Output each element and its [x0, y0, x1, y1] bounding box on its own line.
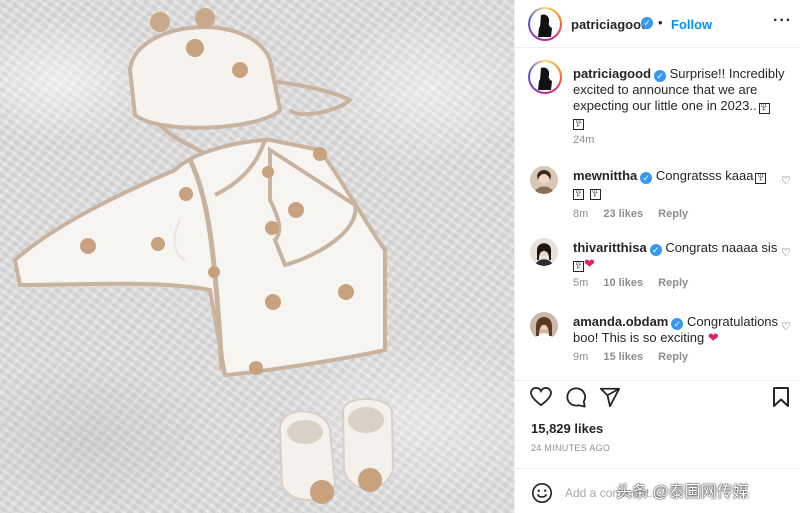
caption-line3: expecting our little one in 2023.. [573, 98, 757, 113]
post-header: patriciagood ✓ • Follow ··· [515, 0, 800, 48]
silhouette-icon [532, 64, 558, 90]
verified-icon: ✓ [649, 244, 662, 256]
red-heart-icon: ❤ [584, 256, 595, 271]
baby-clothes-illustration [12, 8, 395, 504]
red-heart-icon: ❤ [707, 330, 719, 345]
comment-username[interactable]: amanda.obdam [573, 314, 668, 329]
heart-icon[interactable]: ♡ [781, 246, 791, 259]
comment-time: 9m [573, 351, 589, 363]
heart-icon[interactable]: ♡ [781, 174, 791, 187]
comment-meta: 8m 23 likes Reply [573, 208, 688, 220]
post-timestamp: 24 MINUTES AGO [531, 443, 611, 453]
verified-icon: ✓ [641, 17, 653, 29]
verified-icon: ✓ [640, 172, 653, 184]
reply-button[interactable]: Reply [658, 277, 688, 289]
separator-dot: • [658, 15, 663, 30]
comment-body: Congratsss kaaa [655, 168, 754, 183]
comments-list[interactable]: patriciagood ✓ Surprise!! Incredibly exci… [515, 60, 800, 373]
profile-photo-icon [530, 166, 558, 194]
smiley-icon[interactable] [531, 482, 553, 504]
comment-meta: 9m 15 likes Reply [573, 351, 688, 363]
comment-text: mewnittha ✓ Congratsss kaaa 01 F 01 F 01 F [573, 168, 767, 200]
commenter-avatar[interactable] [530, 312, 558, 340]
emoji-icon: 01 F [573, 189, 584, 200]
comment-text: thivaritthisa ✓ Congrats naaaa sis 01 F ❤ [573, 240, 777, 272]
caption-text: patriciagood ✓ Surprise!! Incredibly exci… [573, 66, 785, 130]
emoji-icon: 01 F [573, 119, 584, 130]
comment-body-line1: Congratulations [686, 314, 779, 329]
comment-likes[interactable]: 23 likes [603, 208, 643, 220]
likes-count[interactable]: 15,829 likes [531, 421, 603, 436]
commenter-avatar[interactable] [530, 238, 558, 266]
post-photo[interactable] [0, 0, 514, 513]
emoji-icon: 01 F [758, 103, 770, 114]
reply-button[interactable]: Reply [658, 208, 688, 220]
author-avatar[interactable] [528, 7, 562, 41]
more-horizontal-icon[interactable]: ··· [773, 12, 792, 30]
caption-avatar[interactable] [528, 60, 562, 94]
heart-icon[interactable]: ♡ [781, 320, 791, 333]
comment-username[interactable]: mewnittha [573, 168, 637, 183]
comment-body-line2: boo! This is so exciting [573, 330, 705, 345]
action-bar [515, 380, 800, 414]
emoji-icon: 01 F [755, 173, 767, 184]
comment-time: 5m [573, 277, 589, 289]
caption-line2: excited to announce that we are [573, 82, 758, 97]
comment-likes[interactable]: 15 likes [603, 351, 643, 363]
profile-photo-icon [530, 238, 558, 266]
comment-body: Congrats naaaa sis [665, 240, 778, 255]
comment-username[interactable]: thivaritthisa [573, 240, 647, 255]
comment-text: amanda.obdam ✓ Congratulations boo! This … [573, 314, 778, 346]
comment-likes[interactable]: 10 likes [603, 277, 643, 289]
share-icon[interactable] [599, 386, 621, 408]
post-sidebar: patriciagood ✓ • Follow ··· patriciagood… [514, 0, 800, 513]
heart-icon[interactable] [530, 387, 552, 407]
verified-icon: ✓ [671, 318, 684, 330]
follow-button[interactable]: Follow [671, 17, 712, 32]
reply-button[interactable]: Reply [658, 351, 688, 363]
silhouette-icon [532, 11, 558, 37]
comment-time: 8m [573, 208, 589, 220]
profile-photo-icon [530, 312, 558, 340]
emoji-icon: 01 F [573, 261, 584, 272]
commenter-avatar[interactable] [530, 166, 558, 194]
caption-line1: Surprise!! Incredibly [669, 66, 785, 81]
caption-time: 24m [573, 134, 595, 146]
emoji-icon: 01 F [589, 189, 601, 200]
verified-icon: ✓ [654, 70, 667, 82]
author-username[interactable]: patriciagood [571, 17, 649, 32]
comment-icon[interactable] [565, 386, 587, 408]
watermark-text: 头条 @泰国网传媒 [616, 484, 749, 501]
caption-username[interactable]: patriciagood [573, 66, 651, 81]
bookmark-icon[interactable] [772, 386, 790, 408]
comment-meta: 5m 10 likes Reply [573, 277, 688, 289]
